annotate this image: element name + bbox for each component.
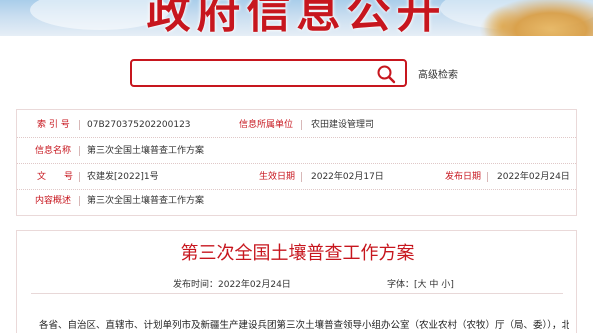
name-value: 第三次全国土壤普查工作方案: [87, 146, 205, 156]
doc-value: 农建发[2022]1号: [87, 172, 159, 182]
search-box: [130, 59, 407, 87]
info-row-summary: 内容概述 第三次全国土壤普查工作方案: [17, 188, 576, 214]
org-value: 农田建设管理司: [311, 120, 375, 130]
divider: [487, 172, 488, 182]
info-metadata-panel: 索 引 号 07B270375202200123 信息所属单位 农田建设管理司 …: [16, 109, 577, 216]
index-value: 07B270375202200123: [87, 120, 191, 130]
article-panel: 第三次全国土壤普查工作方案 发布时间：2022年02月24日 字体：[大 中 小…: [16, 230, 577, 333]
doc-label: 文 号: [37, 172, 74, 182]
font-size-label: 字体：[: [387, 280, 418, 290]
article-publish-date: 发布时间：2022年02月24日: [173, 280, 291, 290]
divider: [79, 146, 80, 156]
divider: [79, 172, 80, 182]
font-size-bracket: ]: [450, 280, 454, 290]
divider: [301, 120, 302, 130]
article-title: 第三次全国土壤普查工作方案: [180, 243, 415, 264]
name-label: 信息名称: [35, 146, 72, 156]
font-size-small-link[interactable]: 小: [441, 280, 450, 290]
info-row-name: 信息名称 第三次全国土壤普查工作方案: [17, 138, 576, 164]
search-icon[interactable]: [375, 63, 397, 85]
divider: [301, 172, 302, 182]
effective-label: 生效日期: [259, 172, 296, 182]
article-divider: [31, 293, 563, 294]
index-label: 索 引 号: [37, 120, 70, 130]
effective-value: 2022年02月17日: [311, 172, 384, 182]
org-label: 信息所属单位: [239, 120, 294, 130]
release-label: 发布日期: [445, 172, 482, 182]
article-body-text: 各省、自治区、直辖市、计划单列市及新疆生产建设兵团第三次土壤普查领导小组办公室（…: [39, 320, 569, 331]
header-banner: 政府信息公开: [0, 0, 593, 36]
font-size-large-link[interactable]: 大: [418, 280, 427, 290]
info-row-doc: 文 号 农建发[2022]1号 生效日期 2022年02月17日 发布日期 20…: [17, 164, 576, 190]
release-value: 2022年02月24日: [497, 172, 570, 182]
search-input[interactable]: [138, 63, 374, 83]
info-row-index: 索 引 号 07B270375202200123 信息所属单位 农田建设管理司: [17, 112, 576, 138]
font-size-selector: 字体：[大 中 小]: [387, 277, 454, 290]
summary-label: 内容概述: [35, 196, 72, 206]
font-size-medium-link[interactable]: 中: [429, 280, 438, 290]
summary-value: 第三次全国土壤普查工作方案: [87, 196, 205, 206]
banner-title: 政府信息公开: [146, 0, 447, 36]
divider: [79, 196, 80, 206]
advanced-search-link[interactable]: 高级检索: [418, 66, 458, 81]
divider: [79, 120, 80, 130]
